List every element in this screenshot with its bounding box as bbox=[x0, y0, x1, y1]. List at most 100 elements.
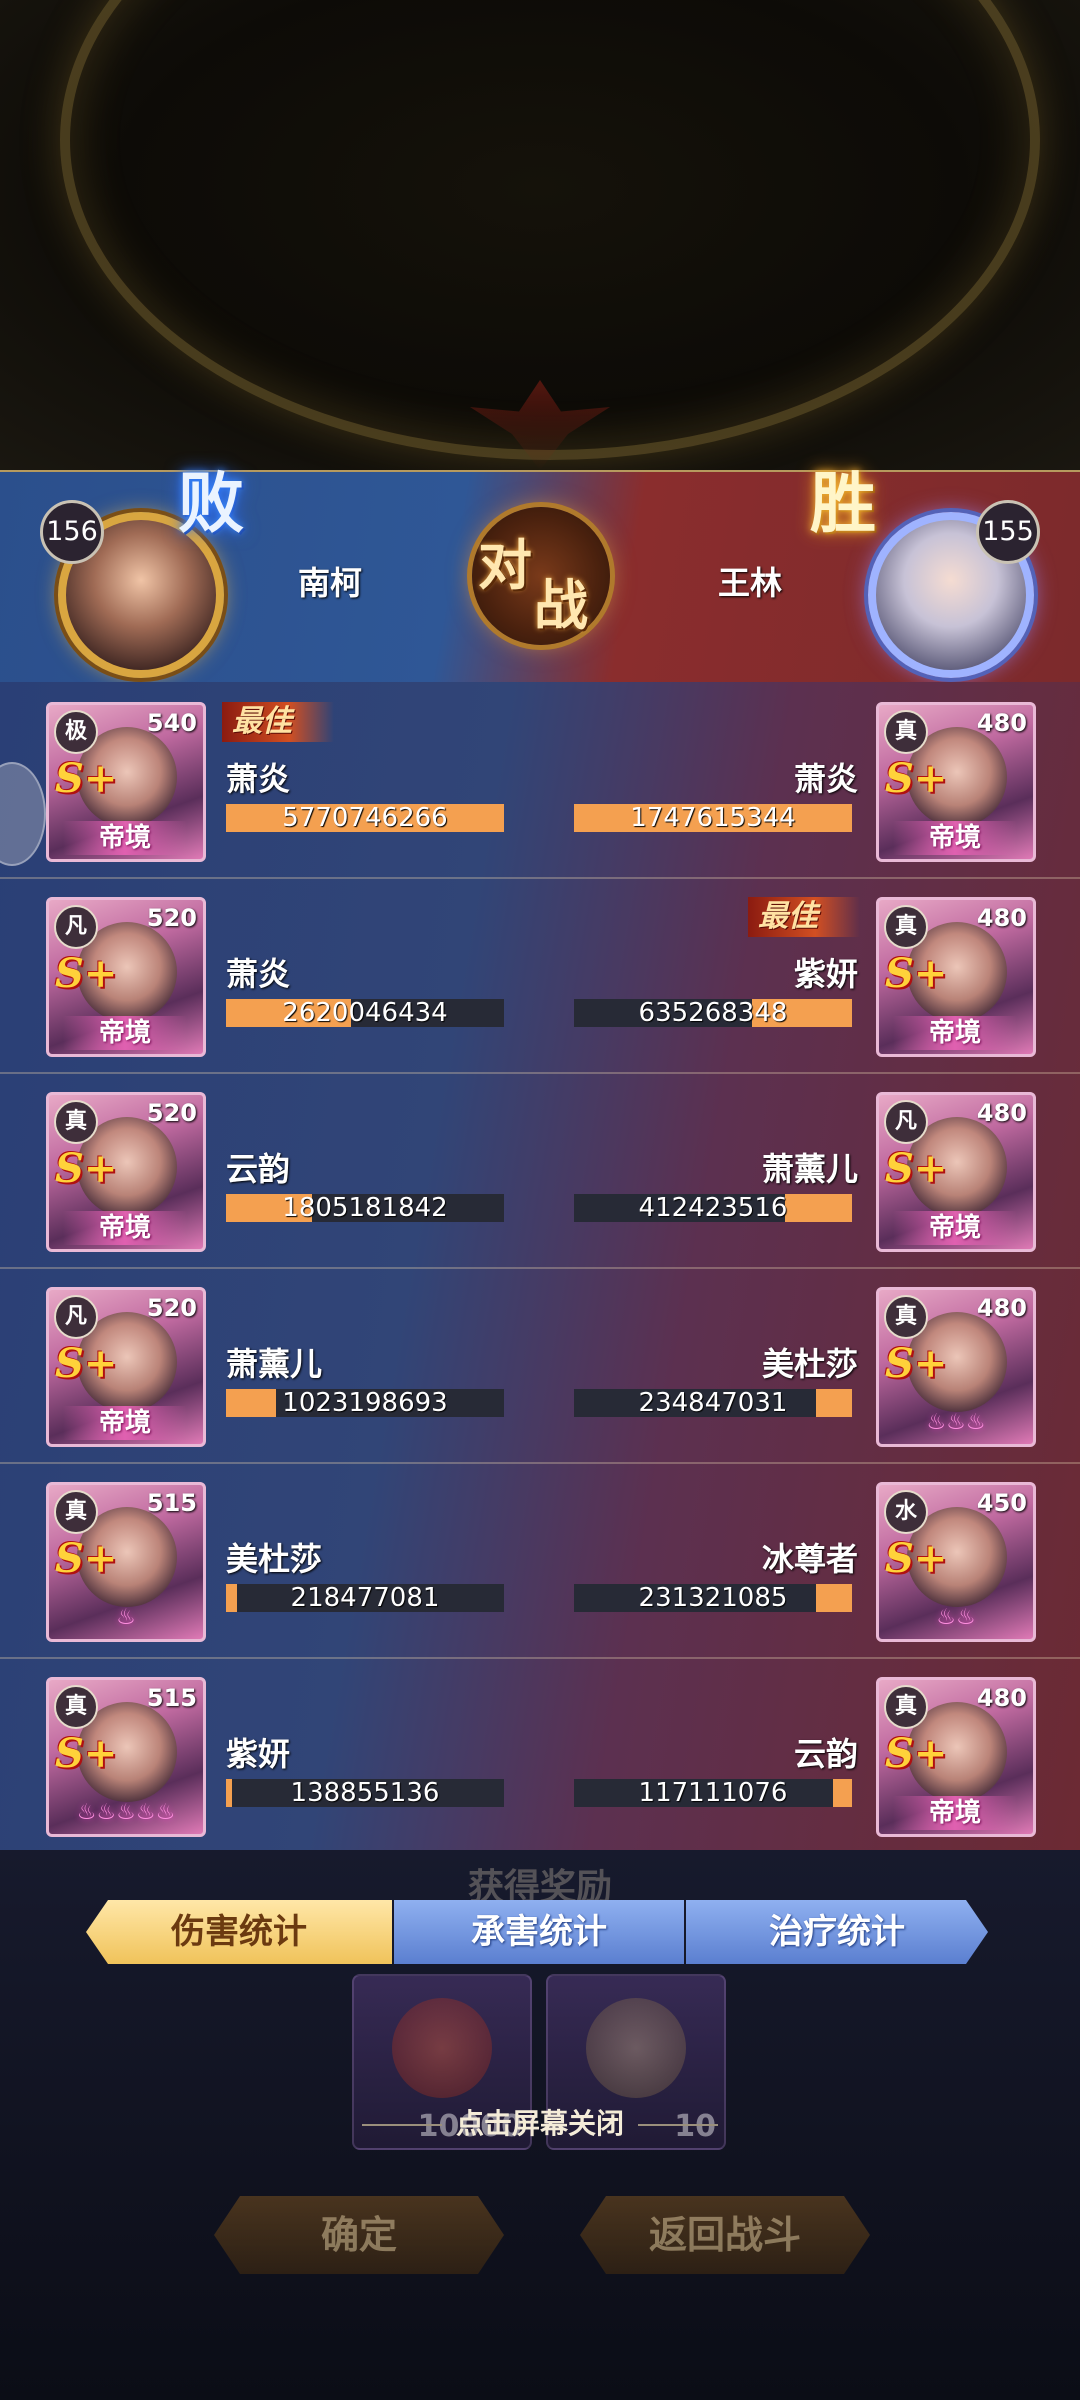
hero-card-left[interactable]: 真 515 S+ ♨ bbox=[46, 1482, 206, 1642]
realm-label: 帝境 bbox=[893, 1211, 1017, 1245]
confirm-button[interactable]: 确定 bbox=[214, 2196, 504, 2274]
best-tag: 最佳 bbox=[222, 702, 334, 742]
player-left-name: 南柯 bbox=[298, 564, 363, 602]
realm-label: 帝境 bbox=[63, 1406, 187, 1440]
hero-level: 480 bbox=[976, 1684, 1027, 1712]
grade-badge: S+ bbox=[55, 1535, 118, 1582]
hero-card-right[interactable]: 真 480 S+ 帝境 bbox=[876, 897, 1036, 1057]
tap-to-close-hint[interactable]: 点击屏幕关闭 bbox=[0, 2102, 1080, 2142]
damage-stats-panel: 极 540 S+ 帝境 最佳 萧炎 5770746266 萧炎 17476153… bbox=[0, 682, 1080, 1854]
damage-value: 218477081 bbox=[290, 1583, 440, 1613]
battle-scene-background bbox=[0, 0, 1080, 470]
result-win-tag: 胜 bbox=[810, 464, 876, 542]
hero-card-left[interactable]: 真 515 S+ ♨♨♨♨♨ bbox=[46, 1677, 206, 1837]
hero-card-left[interactable]: 凡 520 S+ 帝境 bbox=[46, 897, 206, 1057]
hero-card-right[interactable]: 水 450 S+ ♨♨ bbox=[876, 1482, 1036, 1642]
rank-badge: 凡 bbox=[54, 905, 98, 949]
rank-badge: 凡 bbox=[54, 1295, 98, 1339]
rank-badge: 真 bbox=[54, 1100, 98, 1144]
damage-bar-left: 138855136 bbox=[226, 1779, 504, 1807]
tab-damage-taken-stats[interactable]: 承害统计 bbox=[394, 1900, 684, 1964]
hero-card-right[interactable]: 真 480 S+ ♨♨♨ bbox=[876, 1287, 1036, 1447]
hero-name-right: 萧薰儿 bbox=[761, 1150, 858, 1188]
hero-card-right[interactable]: 真 480 S+ 帝境 bbox=[876, 1677, 1036, 1837]
hero-level: 515 bbox=[146, 1489, 197, 1517]
damage-bar-left: 5770746266 bbox=[226, 804, 504, 832]
hero-name-right: 冰尊者 bbox=[761, 1540, 858, 1578]
hero-card-right[interactable]: 真 480 S+ 帝境 bbox=[876, 702, 1036, 862]
rank-badge: 凡 bbox=[884, 1100, 928, 1144]
hero-card-left[interactable]: 凡 520 S+ 帝境 bbox=[46, 1287, 206, 1447]
damage-value: 231321085 bbox=[638, 1583, 788, 1613]
result-lose-tag: 败 bbox=[178, 464, 244, 542]
best-tag: 最佳 bbox=[748, 897, 860, 937]
player-right-name: 王林 bbox=[718, 564, 783, 602]
damage-value: 1023198693 bbox=[282, 1388, 448, 1418]
hero-name-right: 云韵 bbox=[793, 1735, 858, 1773]
hero-card-right[interactable]: 凡 480 S+ 帝境 bbox=[876, 1092, 1036, 1252]
hero-level: 450 bbox=[976, 1489, 1027, 1517]
battle-header: 156 败 南柯 对 战 王林 155 胜 bbox=[0, 464, 1080, 684]
damage-bar-right: 231321085 bbox=[574, 1584, 852, 1612]
hero-card-left[interactable]: 真 520 S+ 帝境 bbox=[46, 1092, 206, 1252]
hero-name-left: 美杜莎 bbox=[226, 1540, 323, 1578]
rank-badge: 极 bbox=[54, 710, 98, 754]
hero-level: 480 bbox=[976, 904, 1027, 932]
stats-row: 真 520 S+ 帝境 云韵 1805181842 萧薰儿 412423516 … bbox=[0, 1072, 1080, 1269]
reward-icon bbox=[586, 1998, 686, 2098]
versus-char-1: 对 bbox=[478, 533, 532, 597]
return-battle-button[interactable]: 返回战斗 bbox=[580, 2196, 870, 2274]
hero-level: 540 bbox=[146, 709, 197, 737]
stats-row: 真 515 S+ ♨♨♨♨♨ 紫妍 138855136 云韵 117111076… bbox=[0, 1657, 1080, 1854]
grade-badge: S+ bbox=[55, 755, 118, 802]
bottom-area: 获得奖励 伤害统计 承害统计 治疗统计 10000 10 点击屏幕关闭 确定 返… bbox=[0, 1850, 1080, 2400]
reward-icon bbox=[392, 1998, 492, 2098]
grade-badge: S+ bbox=[55, 1145, 118, 1192]
hero-name-left: 萧炎 bbox=[226, 760, 291, 798]
tab-heal-stats[interactable]: 治疗统计 bbox=[686, 1900, 988, 1964]
damage-value: 138855136 bbox=[290, 1778, 440, 1808]
damage-value: 1747615344 bbox=[630, 803, 796, 833]
divider bbox=[361, 2124, 442, 2126]
damage-value: 635268348 bbox=[638, 998, 788, 1028]
stats-row: 真 515 S+ ♨ 美杜莎 218477081 冰尊者 231321085 水… bbox=[0, 1462, 1080, 1659]
versus-emblem: 对 战 bbox=[472, 507, 610, 645]
realm-label: 帝境 bbox=[893, 1796, 1017, 1830]
player-left-level-badge: 156 bbox=[40, 500, 104, 564]
grade-badge: S+ bbox=[885, 1535, 948, 1582]
rank-badge: 真 bbox=[54, 1490, 98, 1534]
grade-badge: S+ bbox=[55, 1340, 118, 1387]
realm-label: 帝境 bbox=[893, 821, 1017, 855]
hero-level: 480 bbox=[976, 709, 1027, 737]
realm-label: 帝境 bbox=[893, 1016, 1017, 1050]
damage-value: 5770746266 bbox=[282, 803, 448, 833]
rank-badge: 水 bbox=[884, 1490, 928, 1534]
grade-badge: S+ bbox=[55, 950, 118, 997]
hero-card-left[interactable]: 极 540 S+ 帝境 bbox=[46, 702, 206, 862]
tab-damage-stats[interactable]: 伤害统计 bbox=[86, 1900, 392, 1964]
hero-name-right: 紫妍 bbox=[793, 955, 858, 993]
damage-value: 234847031 bbox=[638, 1388, 788, 1418]
grade-badge: S+ bbox=[885, 950, 948, 997]
damage-bar-left: 1023198693 bbox=[226, 1389, 504, 1417]
realm-label: 帝境 bbox=[63, 1016, 187, 1050]
realm-label: 帝境 bbox=[63, 1211, 187, 1245]
rank-badge: 真 bbox=[884, 905, 928, 949]
hero-level: 480 bbox=[976, 1099, 1027, 1127]
damage-value: 1805181842 bbox=[282, 1193, 448, 1223]
stats-row: 极 540 S+ 帝境 最佳 萧炎 5770746266 萧炎 17476153… bbox=[0, 682, 1080, 879]
damage-bar-right: 117111076 bbox=[574, 1779, 852, 1807]
divider bbox=[638, 2124, 718, 2126]
damage-bar-left: 218477081 bbox=[226, 1584, 504, 1612]
hero-name-left: 云韵 bbox=[226, 1150, 291, 1188]
damage-bar-left: 1805181842 bbox=[226, 1194, 504, 1222]
stats-row: 凡 520 S+ 帝境 萧炎 2620046434 最佳 紫妍 63526834… bbox=[0, 877, 1080, 1074]
flame-icons: ♨ bbox=[116, 1605, 136, 1630]
damage-value: 2620046434 bbox=[282, 998, 448, 1028]
rank-badge: 真 bbox=[884, 710, 928, 754]
hero-level: 480 bbox=[976, 1294, 1027, 1322]
damage-bar-right: 635268348 bbox=[574, 999, 852, 1027]
damage-bar-right: 412423516 bbox=[574, 1194, 852, 1222]
realm-label: 帝境 bbox=[63, 821, 187, 855]
player-right-level-badge: 155 bbox=[976, 500, 1040, 564]
